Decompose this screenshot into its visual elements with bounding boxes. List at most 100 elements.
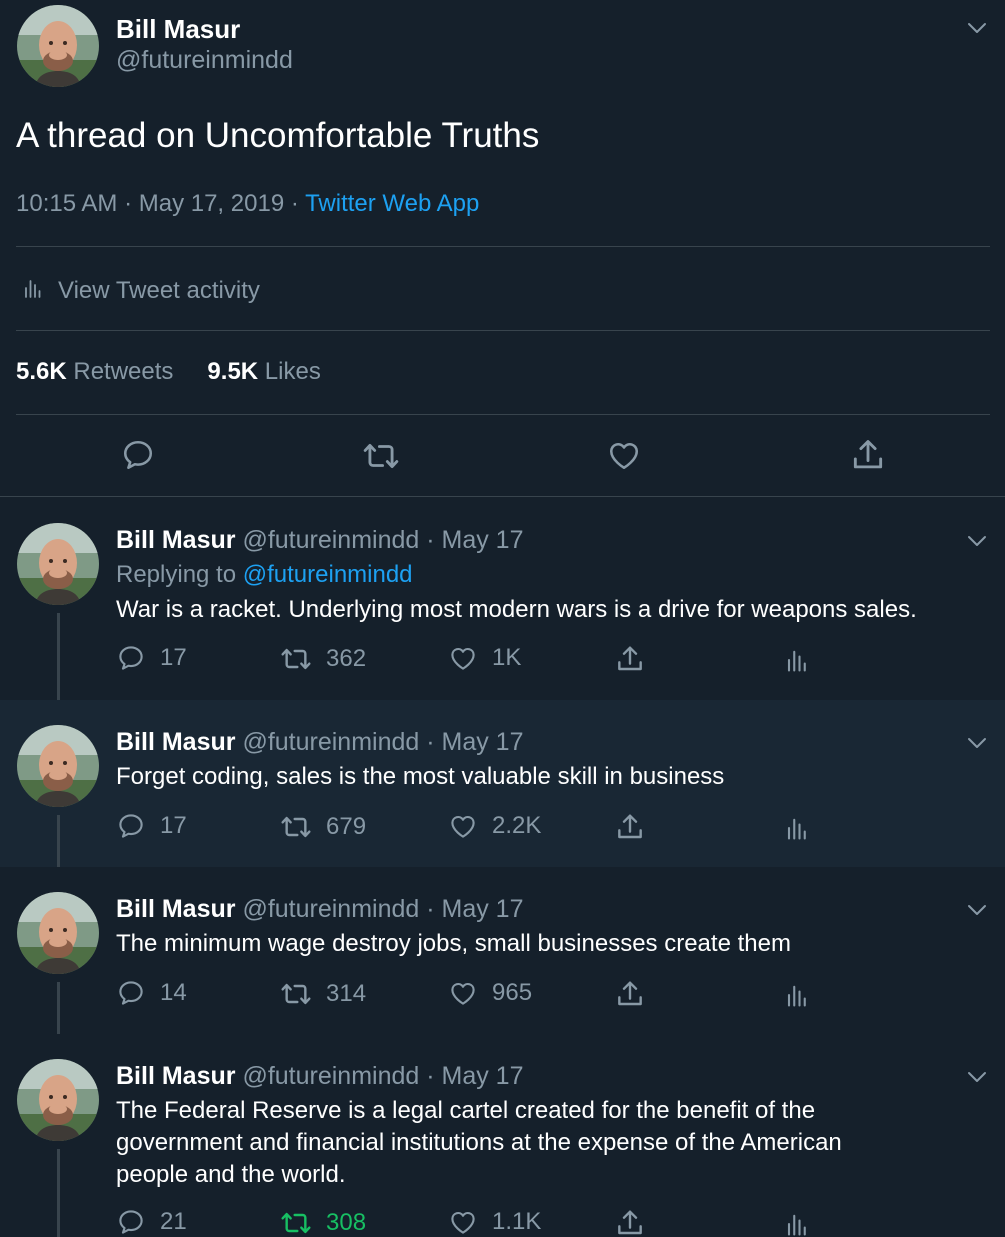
reply-tweet[interactable]: Bill Masur @futureinmindd · May 17 The F…: [0, 1034, 1005, 1237]
reply-action[interactable]: 21: [116, 1207, 187, 1237]
like-count: 1K: [492, 644, 522, 671]
likes-count: 9.5K: [207, 358, 259, 385]
share-action[interactable]: [614, 1207, 646, 1237]
retweet-action[interactable]: 679: [280, 811, 366, 843]
chevron-down-icon[interactable]: [967, 736, 987, 748]
analytics-icon: [782, 1209, 810, 1237]
avatar[interactable]: [17, 725, 99, 807]
share-icon[interactable]: [849, 436, 887, 479]
retweet-icon[interactable]: [362, 437, 400, 480]
tweet-timestamp: 10:15 AM · May 17, 2019 ·: [16, 190, 306, 217]
thread-line: [57, 613, 60, 700]
reply-meta: @futureinmindd · May 17: [242, 526, 524, 554]
reply-icon[interactable]: [120, 437, 156, 478]
retweet-count: 679: [326, 813, 367, 840]
analytics-action[interactable]: [782, 813, 810, 843]
retweet-action[interactable]: 314: [280, 978, 366, 1010]
reply-action[interactable]: 17: [116, 811, 187, 841]
analytics-action[interactable]: [782, 645, 810, 675]
reply-tweet[interactable]: Bill Masur @futureinmindd · May 17 The m…: [0, 867, 1005, 1034]
reply-icon: [116, 811, 146, 841]
view-activity-button[interactable]: View Tweet activity: [20, 274, 260, 307]
like-icon: [448, 811, 478, 841]
chevron-down-icon[interactable]: [967, 534, 987, 546]
retweet-count: 308: [326, 1209, 367, 1236]
reply-text: War is a racket. Underlying most modern …: [116, 596, 917, 623]
retweet-count: 314: [326, 980, 367, 1007]
share-icon: [614, 978, 646, 1010]
like-action[interactable]: 965: [448, 978, 532, 1008]
retweet-action[interactable]: 362: [280, 643, 366, 675]
retweet-action[interactable]: 308: [280, 1207, 366, 1237]
reply-text: The Federal Reserve is a legal cartel cr…: [116, 1097, 842, 1188]
main-tweet: Bill Masur @futureinmindd A thread on Un…: [0, 0, 1005, 497]
reply-count: 17: [160, 644, 187, 671]
divider: [16, 414, 990, 415]
retweet-icon: [280, 811, 312, 843]
author-name[interactable]: Bill Masur: [116, 14, 240, 45]
share-icon: [614, 811, 646, 843]
like-icon: [448, 978, 478, 1008]
retweets-stat[interactable]: 5.6K Retweets: [16, 358, 173, 386]
reply-text: Forget coding, sales is the most valuabl…: [116, 763, 725, 790]
reply-icon: [116, 978, 146, 1008]
divider: [16, 330, 990, 331]
share-action[interactable]: [614, 811, 646, 843]
divider: [16, 246, 990, 247]
retweet-icon: [280, 643, 312, 675]
reply-meta: @futureinmindd · May 17: [242, 1062, 524, 1090]
bar-chart-icon: [20, 274, 44, 307]
retweets-label: Retweets: [73, 358, 174, 385]
analytics-icon: [782, 645, 810, 675]
retweet-icon: [280, 978, 312, 1010]
replying-to-link[interactable]: @futureinmindd: [243, 561, 413, 588]
reply-header: Bill Masur @futureinmindd · May 17: [116, 728, 524, 757]
like-icon: [448, 1207, 478, 1237]
analytics-action[interactable]: [782, 1209, 810, 1237]
analytics-action[interactable]: [782, 980, 810, 1010]
retweets-count: 5.6K: [16, 358, 67, 385]
likes-stat[interactable]: 9.5K Likes: [207, 358, 320, 386]
like-action[interactable]: 1K: [448, 643, 521, 673]
replying-to: Replying to @futureinmindd: [116, 559, 996, 591]
reply-action[interactable]: 17: [116, 643, 187, 673]
retweet-count: 362: [326, 645, 367, 672]
reply-action[interactable]: 14: [116, 978, 187, 1008]
like-icon[interactable]: [606, 437, 642, 478]
avatar[interactable]: [17, 5, 99, 87]
replying-prefix: Replying to: [116, 561, 243, 588]
engagement-stats: 5.6K Retweets 9.5K Likes: [16, 358, 321, 386]
chevron-down-icon[interactable]: [967, 1070, 987, 1082]
tweet-text: A thread on Uncomfortable Truths: [16, 116, 540, 155]
analytics-icon: [782, 980, 810, 1010]
share-action[interactable]: [614, 978, 646, 1010]
chevron-down-icon[interactable]: [967, 903, 987, 915]
thread-line: [57, 982, 60, 1034]
analytics-icon: [782, 813, 810, 843]
like-action[interactable]: 1.1K: [448, 1207, 541, 1237]
like-action[interactable]: 2.2K: [448, 811, 541, 841]
reply-count: 21: [160, 1208, 187, 1235]
like-count: 2.2K: [492, 812, 542, 839]
thread-line: [57, 815, 60, 867]
avatar[interactable]: [17, 523, 99, 605]
reply-header: Bill Masur @futureinmindd · May 17: [116, 526, 524, 555]
author-name[interactable]: Bill Masur: [116, 728, 235, 756]
reply-text: The minimum wage destroy jobs, small bus…: [116, 930, 791, 957]
thread-line: [57, 1149, 60, 1237]
reply-tweet[interactable]: Bill Masur @futureinmindd · May 17 Reply…: [0, 498, 1005, 700]
avatar[interactable]: [17, 892, 99, 974]
author-name[interactable]: Bill Masur: [116, 526, 235, 554]
like-count: 1.1K: [492, 1208, 542, 1235]
author-name[interactable]: Bill Masur: [116, 895, 235, 923]
reply-meta: @futureinmindd · May 17: [242, 895, 524, 923]
avatar[interactable]: [17, 1059, 99, 1141]
tweet-source-link[interactable]: Twitter Web App: [305, 190, 479, 217]
share-action[interactable]: [614, 643, 646, 675]
reply-tweet[interactable]: Bill Masur @futureinmindd · May 17 Forge…: [0, 700, 1005, 867]
reply-header: Bill Masur @futureinmindd · May 17: [116, 1062, 524, 1091]
author-name[interactable]: Bill Masur: [116, 1062, 235, 1090]
author-handle[interactable]: @futureinmindd: [116, 46, 293, 75]
chevron-down-icon[interactable]: [967, 21, 987, 33]
like-count: 965: [492, 979, 533, 1006]
